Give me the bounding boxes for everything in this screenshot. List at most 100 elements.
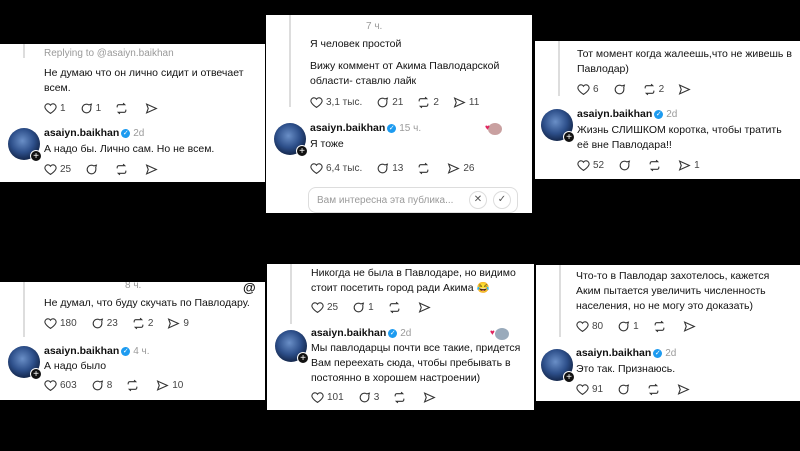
follow-plus-icon[interactable]: +: [297, 352, 309, 364]
repost-button[interactable]: 2: [643, 83, 664, 96]
share-button[interactable]: [418, 301, 434, 314]
reply-button[interactable]: 1: [80, 102, 101, 115]
share-button[interactable]: 10: [156, 379, 183, 392]
like-button[interactable]: 1: [44, 102, 66, 115]
username[interactable]: asaiyn.baikhan: [44, 127, 119, 139]
heart-icon: [310, 97, 323, 109]
repost-button[interactable]: [417, 162, 433, 175]
username[interactable]: asaiyn.baikhan: [576, 347, 651, 359]
post-time: 2d: [665, 348, 677, 359]
reply-button[interactable]: 8: [91, 379, 112, 392]
reply-button[interactable]: 1: [352, 301, 374, 314]
avatar[interactable]: +: [541, 349, 575, 383]
comment-icon: [359, 392, 370, 403]
reply-text: Мы павлодарцы почти все такие, придется …: [311, 342, 521, 384]
like-count: 3,1 тыс.: [326, 97, 363, 108]
follow-plus-icon[interactable]: +: [563, 371, 575, 383]
comment-icon: [353, 302, 365, 313]
repost-button[interactable]: [393, 391, 409, 404]
comment-text: Что-то в Павлодар захотелось, кажется Ак…: [576, 270, 770, 312]
avatar[interactable]: +: [8, 128, 42, 162]
username[interactable]: asaiyn.baikhan: [310, 122, 385, 134]
comment-text: Тот момент когда жалеешь,что не живешь в…: [577, 48, 792, 75]
share-button[interactable]: [683, 320, 699, 333]
like-button[interactable]: 25: [44, 163, 71, 176]
share-button[interactable]: 9: [167, 317, 189, 330]
repost-button[interactable]: [388, 301, 404, 314]
repost-button[interactable]: [115, 163, 131, 176]
avatar[interactable]: +: [541, 109, 575, 143]
reply-button[interactable]: [617, 383, 633, 396]
repost-button[interactable]: 2: [132, 317, 153, 330]
reply-header: asaiyn.baikhan ✓ 2d: [311, 326, 411, 341]
follow-plus-icon[interactable]: +: [296, 145, 308, 157]
share-button[interactable]: [145, 163, 161, 176]
avatar[interactable]: +: [274, 123, 308, 157]
like-button[interactable]: 6: [577, 83, 599, 96]
replying-to-label[interactable]: Replying to @asaiyn.baikhan: [44, 46, 174, 61]
repost-icon: [644, 83, 654, 96]
reply-button[interactable]: 3: [358, 391, 379, 404]
liked-by-avatars-icon: [495, 328, 509, 340]
username[interactable]: asaiyn.baikhan: [44, 345, 119, 357]
avatar[interactable]: +: [8, 346, 42, 380]
like-count: 25: [60, 164, 72, 175]
like-button[interactable]: 25: [311, 301, 338, 314]
reply-actions: 91: [576, 383, 707, 396]
comment-actions: 1 1: [44, 102, 175, 115]
follow-plus-icon[interactable]: +: [563, 131, 575, 143]
follow-plus-icon[interactable]: +: [30, 150, 42, 162]
reply-button[interactable]: 23: [91, 317, 118, 330]
repost-button[interactable]: 2: [417, 96, 439, 109]
repost-button[interactable]: [115, 102, 131, 115]
reply-button[interactable]: 21: [376, 96, 403, 109]
reply-header: asaiyn.baikhan ✓ 2d: [576, 346, 676, 361]
heart-icon: [311, 302, 324, 314]
username[interactable]: asaiyn.baikhan: [577, 108, 652, 120]
like-button[interactable]: 91: [576, 383, 603, 396]
reply-count: 21: [392, 97, 404, 108]
like-count: 80: [592, 321, 604, 332]
comment-icon: [81, 103, 92, 114]
username[interactable]: asaiyn.baikhan: [311, 327, 386, 339]
like-button[interactable]: 6,4 тыс.: [310, 162, 362, 175]
avatar[interactable]: +: [275, 330, 309, 364]
post-time: 8 ч.: [125, 282, 142, 291]
like-button[interactable]: 3,1 тыс.: [310, 96, 362, 109]
like-button[interactable]: 101: [311, 391, 344, 404]
follow-plus-icon[interactable]: +: [30, 368, 42, 380]
repost-button[interactable]: [647, 383, 663, 396]
share-count: 11: [468, 97, 480, 108]
thread-line: [289, 15, 291, 107]
repost-button[interactable]: [126, 379, 142, 392]
reply-text: Жизнь СЛИШКОМ коротка, чтобы тратить её …: [577, 124, 782, 151]
like-button[interactable]: 80: [576, 320, 603, 333]
reply-button[interactable]: [85, 163, 101, 176]
reply-button[interactable]: [618, 159, 634, 172]
reply-button[interactable]: 1: [617, 320, 639, 333]
send-icon: [678, 160, 691, 171]
like-count: 52: [593, 160, 605, 171]
dismiss-icon[interactable]: ✕: [469, 191, 487, 209]
like-button[interactable]: 180: [44, 317, 77, 330]
screenshot-panel-6: Что-то в Павлодар захотелось, кажется Ак…: [536, 265, 800, 401]
repost-icon: [654, 320, 665, 333]
share-button[interactable]: 1: [678, 159, 700, 172]
share-button[interactable]: 11: [453, 96, 479, 109]
share-button[interactable]: [678, 83, 694, 96]
share-button[interactable]: [145, 102, 161, 115]
confirm-icon[interactable]: ✓: [493, 191, 511, 209]
screenshot-panel-5: Никогда не была в Павлодаре, но видимо с…: [267, 264, 534, 410]
post-time: 2d: [400, 328, 412, 339]
repost-button[interactable]: [648, 159, 664, 172]
like-button[interactable]: 52: [577, 159, 604, 172]
repost-icon: [394, 391, 405, 404]
share-button[interactable]: [677, 383, 693, 396]
repost-button[interactable]: [653, 320, 669, 333]
reply-button[interactable]: [613, 83, 629, 96]
share-button[interactable]: 26: [447, 162, 474, 175]
reply-button[interactable]: 13: [376, 162, 403, 175]
reply-actions: 25: [44, 163, 175, 176]
like-button[interactable]: 603: [44, 379, 77, 392]
share-button[interactable]: [423, 391, 439, 404]
